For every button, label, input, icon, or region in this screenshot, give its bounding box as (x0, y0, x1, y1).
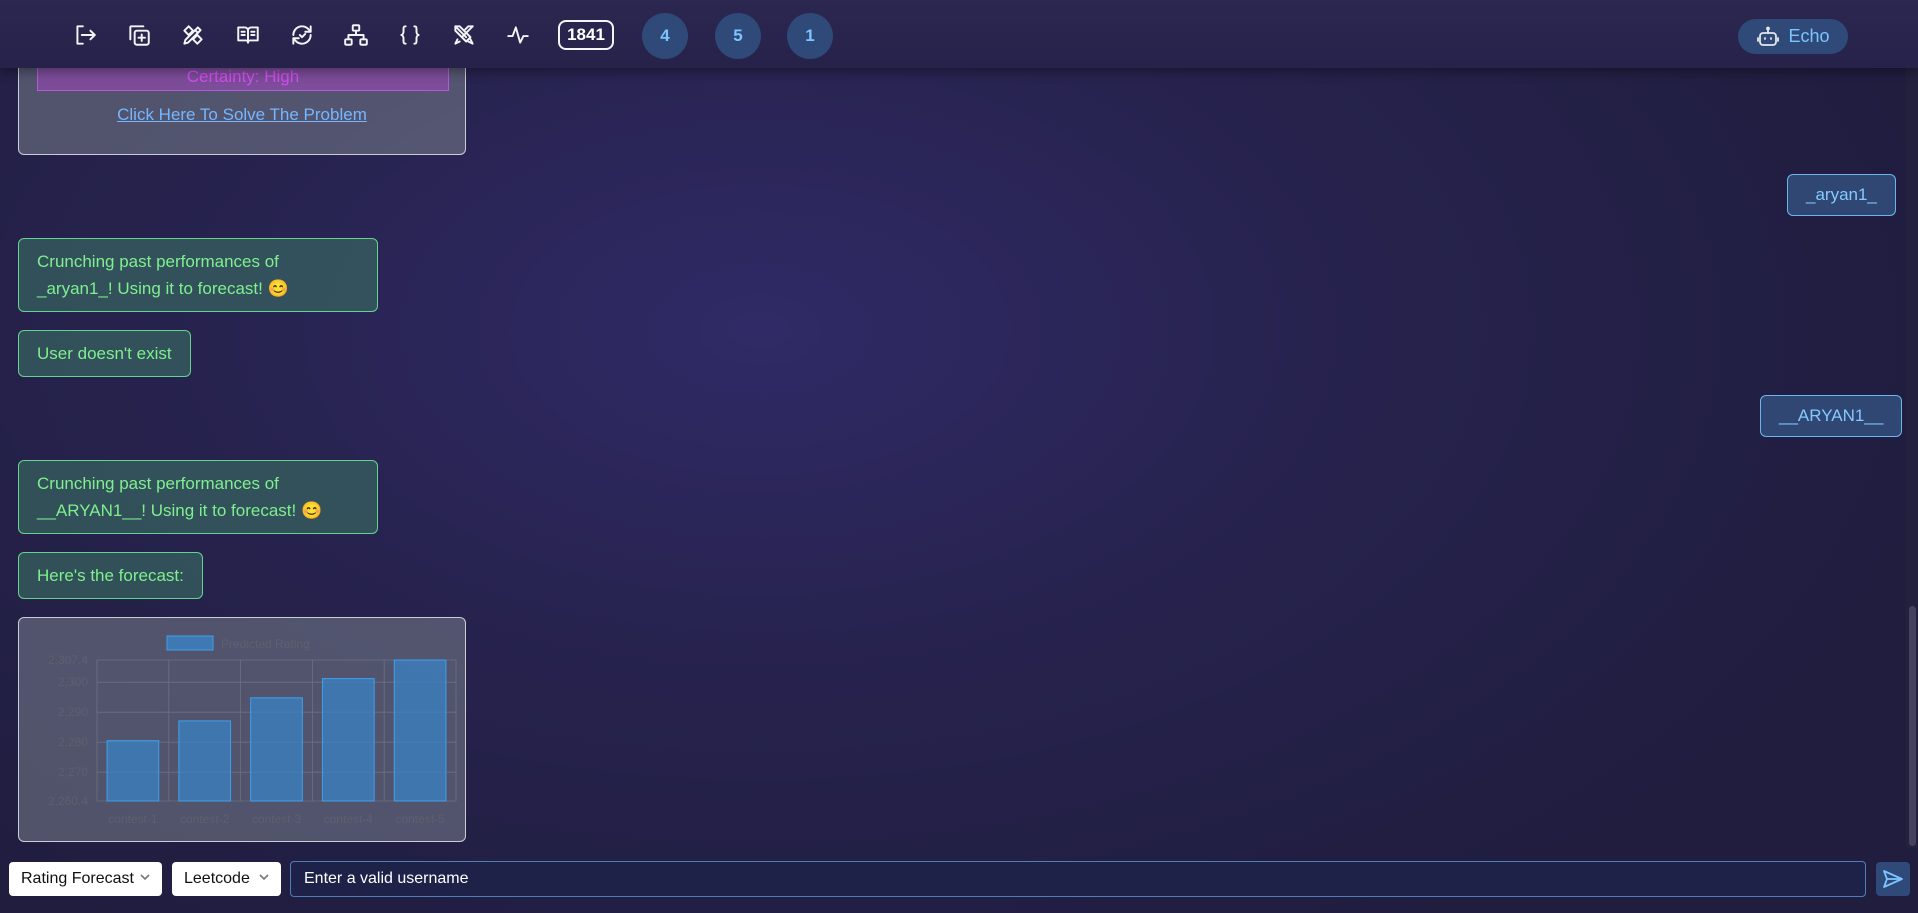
mode-select-value: Rating Forecast (21, 870, 134, 887)
user-message: __ARYAN1__ (1760, 395, 1903, 437)
bot-message-line: _aryan1_! Using it to forecast! 😊 (37, 279, 289, 298)
copy-add-icon[interactable] (122, 18, 156, 52)
badge-1[interactable]: 1 (787, 13, 833, 59)
robot-icon (1757, 26, 1780, 46)
count-badge[interactable]: 1841 (558, 20, 614, 50)
y-tick-label: 2,307.4 (48, 653, 88, 667)
echo-button[interactable]: Echo (1738, 19, 1848, 54)
y-tick-label: 2,300 (58, 675, 88, 689)
book-open-icon[interactable] (231, 18, 265, 52)
send-icon (1883, 870, 1903, 888)
swords-icon[interactable] (447, 18, 481, 52)
x-tick-label: contest-1 (108, 812, 158, 826)
activity-icon[interactable] (501, 18, 535, 52)
chevron-down-icon (257, 870, 271, 884)
refresh-icon[interactable] (285, 18, 319, 52)
bot-message: Crunching past performances of __ARYAN1_… (18, 460, 378, 534)
y-tick-label: 2,270 (58, 765, 88, 779)
top-toolbar: 1841 4 5 1 Echo (0, 0, 1918, 68)
chart-bar (250, 697, 303, 802)
username-input[interactable] (290, 861, 1866, 897)
x-tick-label: contest-5 (395, 812, 445, 826)
bot-message-line: Crunching past performances of (37, 474, 279, 493)
scrollbar-thumb[interactable] (1909, 606, 1916, 846)
bot-message: Crunching past performances of _aryan1_!… (18, 238, 378, 312)
chat-area: Certainty: High Click Here To Solve The … (0, 48, 1906, 848)
forecast-chart-card: 2,307.4 2,300 2,290 2,280 2,270 2,260.4 contes… (18, 617, 466, 842)
forecast-chart: 2,307.4 2,300 2,290 2,280 2,270 2,260.4 contes… (48, 635, 457, 826)
bot-message: User doesn't exist (18, 330, 191, 377)
solve-problem-link[interactable]: Click Here To Solve The Problem (19, 105, 465, 125)
badge-5[interactable]: 5 (715, 13, 761, 59)
edit-ruler-icon[interactable] (176, 18, 210, 52)
y-tick-label: 2,280 (58, 735, 88, 749)
y-tick-label: 2,290 (58, 705, 88, 719)
echo-label: Echo (1788, 26, 1830, 46)
x-tick-label: contest-4 (324, 812, 374, 826)
bot-message: Here's the forecast: (18, 552, 203, 599)
platform-select-value: Leetcode (184, 870, 250, 887)
user-message: _aryan1_ (1787, 174, 1896, 216)
badge-4[interactable]: 4 (642, 13, 688, 59)
logout-icon[interactable] (68, 18, 102, 52)
mode-select[interactable]: Rating Forecast (9, 862, 162, 896)
legend-swatch (166, 635, 214, 651)
x-tick-label: contest-3 (252, 812, 302, 826)
sitemap-icon[interactable] (339, 18, 373, 52)
chart-bar (321, 678, 375, 802)
braces-icon[interactable] (393, 18, 427, 52)
chart-bar (178, 720, 232, 802)
chart-bar (393, 659, 447, 802)
chevron-down-icon (138, 870, 152, 884)
chart-bar (106, 740, 160, 802)
send-button[interactable] (1876, 862, 1910, 896)
bot-message-line: Crunching past performances of (37, 252, 279, 271)
platform-select[interactable]: Leetcode (172, 862, 281, 896)
x-tick-label: contest-2 (180, 812, 230, 826)
y-tick-label: 2,260.4 (48, 794, 88, 808)
legend-label: Predicted Rating (221, 637, 310, 651)
bot-message-line: __ARYAN1__! Using it to forecast! 😊 (37, 501, 323, 520)
